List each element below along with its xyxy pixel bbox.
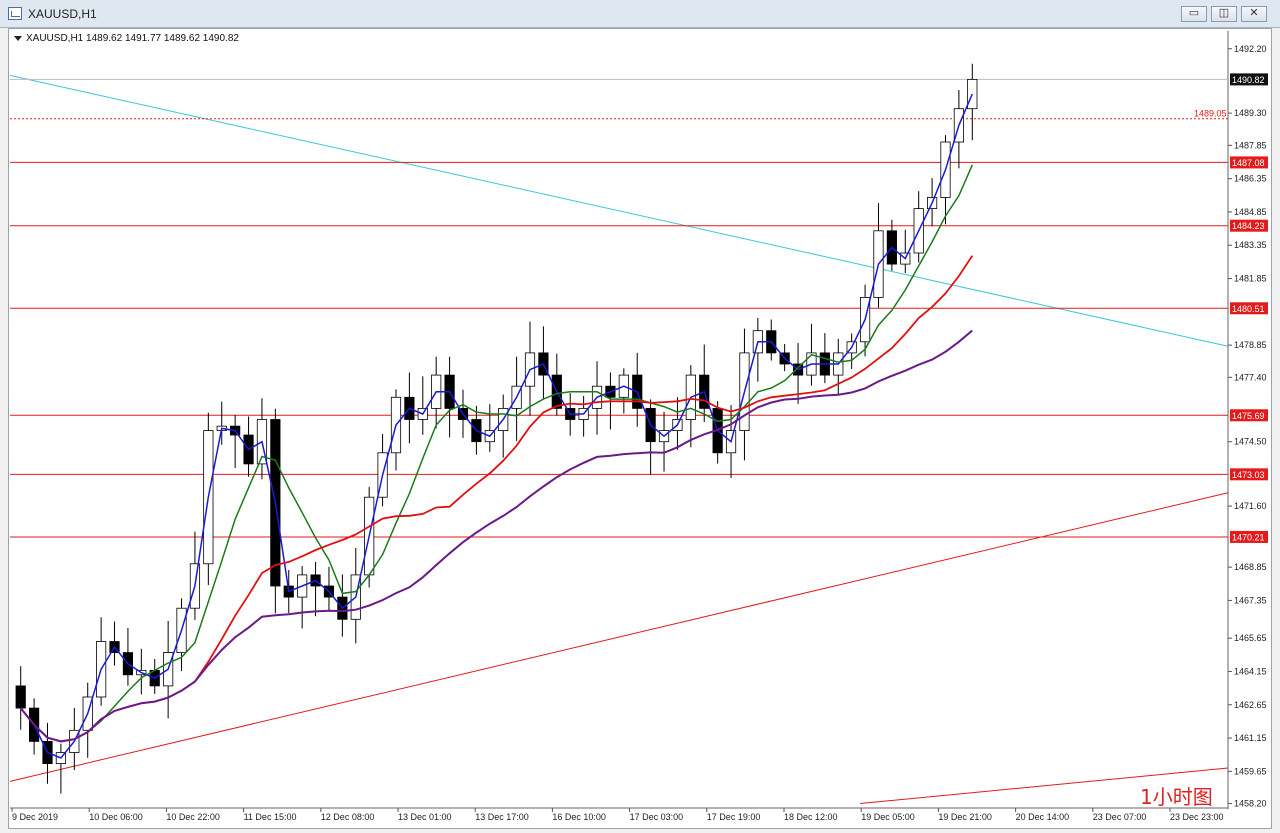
y-tick-label: 1467.35: [1234, 595, 1267, 605]
current-price-label: 1490.82: [1232, 75, 1265, 85]
level-price-label: 1480.51: [1232, 304, 1265, 314]
x-tick-label: 13 Dec 17:00: [475, 812, 529, 822]
x-tick-label: 23 Dec 23:00: [1170, 812, 1224, 822]
y-tick-label: 1483.35: [1234, 240, 1267, 250]
y-tick-label: 1492.20: [1234, 44, 1267, 54]
y-tick-label: 1465.65: [1234, 633, 1267, 643]
y-tick-label: 1459.65: [1234, 766, 1267, 776]
y-tick-label: 1471.60: [1234, 501, 1267, 511]
y-tick-label: 1477.40: [1234, 372, 1267, 382]
cyan-trendline: [9, 74, 1229, 347]
y-tick-label: 1478.85: [1234, 340, 1267, 350]
x-tick-label: 9 Dec 2019: [12, 812, 58, 822]
dropdown-triangle-icon[interactable]: [14, 35, 22, 41]
y-tick-label: 1468.85: [1234, 562, 1267, 572]
y-tick-label: 1464.15: [1234, 666, 1267, 676]
candle-body: [15, 685, 26, 709]
y-tick-label: 1486.35: [1234, 174, 1267, 184]
level-price-label: 1484.23: [1232, 221, 1265, 231]
x-tick-label: 10 Dec 22:00: [166, 812, 220, 822]
x-tick-label: 16 Dec 10:00: [552, 812, 606, 822]
y-tick-label: 1462.65: [1234, 700, 1267, 710]
y-tick-label: 1487.85: [1234, 140, 1267, 150]
y-tick-label: 1484.85: [1234, 207, 1267, 217]
y-tick-label: 1489.30: [1234, 108, 1267, 118]
level-price-label: 1475.69: [1232, 411, 1265, 421]
y-tick-label: 1461.15: [1234, 733, 1267, 743]
y-tick-label: 1474.50: [1234, 437, 1267, 447]
x-tick-label: 23 Dec 07:00: [1093, 812, 1147, 822]
x-tick-label: 11 Dec 15:00: [244, 812, 297, 822]
x-tick-label: 18 Dec 12:00: [784, 812, 838, 822]
x-tick-label: 12 Dec 08:00: [321, 812, 375, 822]
x-tick-label: 19 Dec 21:00: [938, 812, 992, 822]
level-price-label: 1473.03: [1232, 470, 1265, 480]
x-tick-label: 19 Dec 05:00: [861, 812, 915, 822]
y-tick-label: 1458.20: [1234, 799, 1267, 809]
symbol-info: XAUUSD,H1 1489.62 1491.77 1489.62 1490.8…: [14, 33, 239, 44]
ohlc-info-text: XAUUSD,H1 1489.62 1491.77 1489.62 1490.8…: [26, 33, 239, 44]
level-price-label: 1470.21: [1232, 532, 1265, 542]
x-tick-label: 17 Dec 19:00: [707, 812, 761, 822]
x-tick-label: 17 Dec 03:00: [630, 812, 684, 822]
x-tick-label: 20 Dec 14:00: [1016, 812, 1070, 822]
price-chart[interactable]: 1492.20 1489.30 1487.85 1486.35 1484.85 1483.…: [0, 0, 1280, 833]
red-trendline-lower: [9, 492, 1229, 782]
level-price-label: 1487.08: [1232, 158, 1265, 168]
x-tick-label: 10 Dec 06:00: [89, 812, 143, 822]
y-tick-label: 1481.85: [1234, 274, 1267, 284]
timeframe-watermark: 1小时图: [1140, 785, 1213, 809]
dashed-level-label: 1489.05: [1194, 109, 1227, 119]
x-tick-label: 13 Dec 01:00: [398, 812, 452, 822]
